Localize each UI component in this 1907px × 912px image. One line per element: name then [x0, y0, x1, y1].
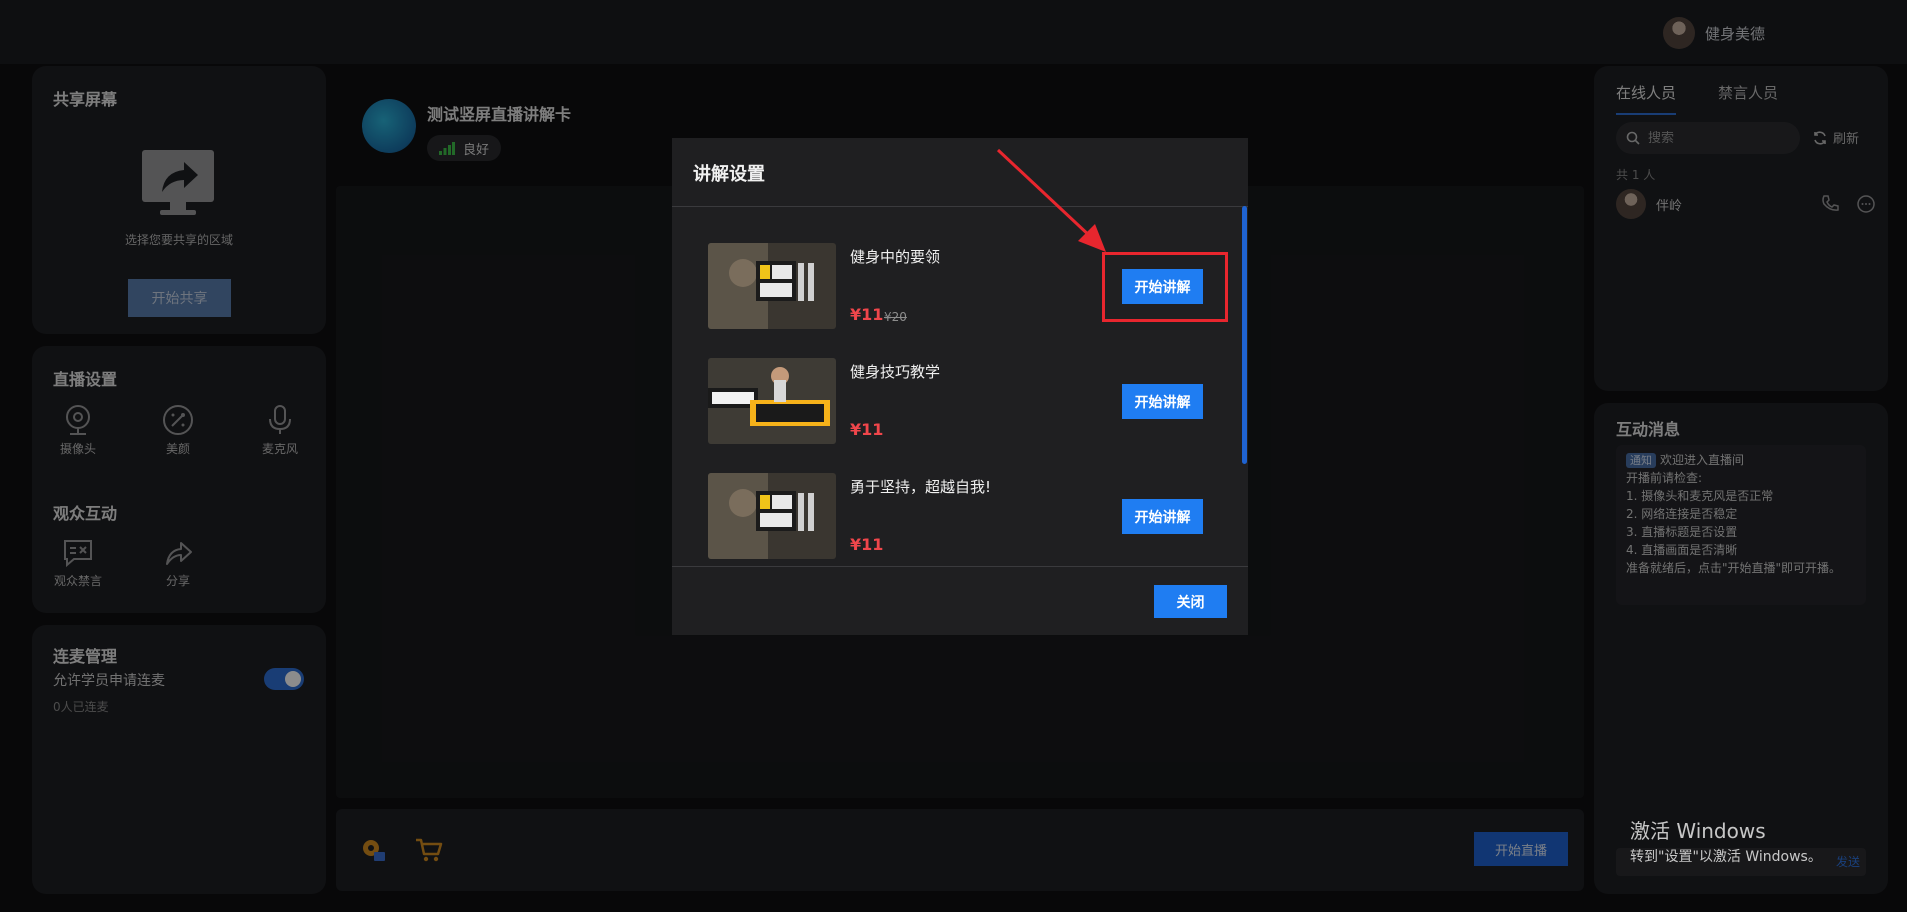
- product-item: 健身技巧教学 ¥11 开始讲解: [708, 358, 1208, 444]
- explain-settings-modal: 讲解设置 健身中的要领 ¥11 ¥20 开始讲解 健身技巧教学 ¥11 开始讲解…: [672, 138, 1248, 635]
- product-price: ¥11: [850, 535, 884, 554]
- product-name: 健身中的要领: [850, 248, 941, 266]
- product-price: ¥11: [850, 420, 884, 439]
- windows-activation-watermark: 激活 Windows 转到"设置"以激活 Windows。: [1630, 815, 1822, 866]
- divider: [672, 206, 1248, 207]
- product-price: ¥11: [850, 305, 884, 324]
- product-thumbnail: [708, 473, 836, 559]
- watermark-title: 激活 Windows: [1630, 819, 1766, 843]
- product-thumbnail: [708, 243, 836, 329]
- product-name: 健身技巧教学: [850, 363, 941, 381]
- product-original-price: ¥20: [884, 310, 907, 324]
- start-explain-button[interactable]: 开始讲解: [1122, 499, 1203, 534]
- annotation-highlight-box: [1102, 252, 1228, 322]
- watermark-subtitle: 转到"设置"以激活 Windows。: [1630, 849, 1822, 865]
- modal-scrollbar[interactable]: [1242, 206, 1248, 566]
- product-thumbnail: [708, 358, 836, 444]
- divider: [672, 566, 1248, 567]
- modal-title: 讲解设置: [693, 164, 765, 185]
- product-name: 勇于坚持，超越自我!: [850, 478, 992, 496]
- close-button[interactable]: 关闭: [1154, 585, 1227, 618]
- start-explain-button[interactable]: 开始讲解: [1122, 384, 1203, 419]
- scrollbar-thumb[interactable]: [1242, 206, 1247, 464]
- product-item: 勇于坚持，超越自我! ¥11 开始讲解: [708, 473, 1208, 559]
